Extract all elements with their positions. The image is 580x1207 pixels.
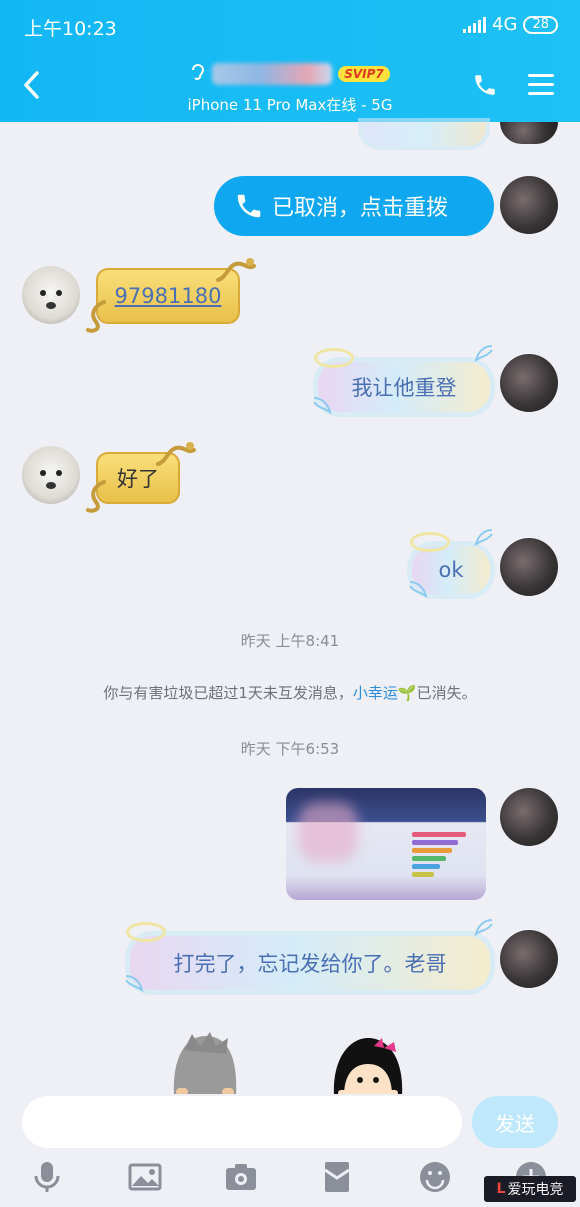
halo-icon [410,532,450,552]
little-luck-link[interactable]: 小幸运 [353,684,398,702]
dragon-tail-icon [84,480,114,522]
halo-icon [126,922,166,942]
relogin-message-bubble[interactable]: 我让他重登 [318,362,490,412]
back-button[interactable] [22,70,40,108]
my-avatar[interactable] [500,176,558,234]
wing-icon [474,918,494,941]
red-packet-icon[interactable] [320,1160,354,1194]
online-status: iPhone 11 Pro Max在线 - 5G [187,96,393,114]
phone-icon [234,191,264,227]
friend-avatar[interactable] [22,446,80,504]
sprout-icon: 🌱 [397,684,417,702]
system-message: 你与有害垃圾已超过1天未互发消息，小幸运🌱已消失。 [103,684,477,702]
contact-title[interactable]: SVIP7 iPhone 11 Pro Max在线 - 5G [150,60,430,115]
wing-icon [312,396,332,419]
battery-icon: 28 [523,15,558,34]
message-text: 我让他重登 [351,376,457,400]
call-status-text: 已取消，点击重拨 [272,196,449,221]
friend-avatar[interactable] [22,266,80,324]
my-avatar[interactable] [500,930,558,988]
wing-icon [408,580,428,603]
ear-icon [190,62,206,87]
image-icon[interactable] [128,1160,162,1194]
signal-icon [463,16,487,33]
emoji-icon[interactable] [418,1160,452,1194]
status-time: 上午10:23 [24,18,117,40]
svip-badge: SVIP7 [338,66,390,82]
microphone-icon[interactable] [30,1160,64,1194]
my-avatar[interactable] [500,354,558,412]
contact-nickname-blurred [212,63,333,85]
peeking-character-icon [170,1030,240,1096]
partial-message-bubble [362,122,486,146]
phone-call-icon[interactable] [472,72,498,98]
message-text: 好了 [117,467,159,491]
network-type: 4G [492,14,518,35]
dragon-decoration-icon [214,250,258,298]
dragon-decoration-icon [154,434,198,482]
wing-icon [124,974,144,997]
timestamp: 昨天 下午6:53 [240,740,340,758]
status-icons: 4G 28 [463,14,558,35]
wing-icon [474,528,494,551]
message-input[interactable] [22,1096,462,1148]
phone-number-link[interactable]: 97981180 [115,284,222,308]
message-text: ok [438,558,464,582]
call-cancelled-bubble[interactable]: 已取消，点击重拨 [214,176,494,236]
message-text: 打完了，忘记发给你了。老哥 [173,952,447,976]
wing-icon [474,344,494,367]
peeking-girl-icon [330,1036,406,1096]
screenshot-image-message[interactable] [286,788,486,900]
timestamp: 昨天 上午8:41 [240,632,340,650]
final-message-bubble[interactable]: 打完了，忘记发给你了。老哥 [130,936,490,990]
menu-icon[interactable] [528,74,554,101]
camera-icon[interactable] [224,1160,258,1194]
dragon-tail-icon [84,300,114,342]
my-avatar[interactable] [500,788,558,846]
send-button[interactable]: 发送 [472,1096,558,1148]
chat-header: 上午10:23 4G 28 SVIP7 iPhone 11 Pro Max在线 … [0,0,580,122]
halo-icon [314,348,354,368]
my-avatar-partial [500,122,558,144]
site-watermark-logo: L 爱玩电竞 [484,1176,576,1202]
my-avatar[interactable] [500,538,558,596]
